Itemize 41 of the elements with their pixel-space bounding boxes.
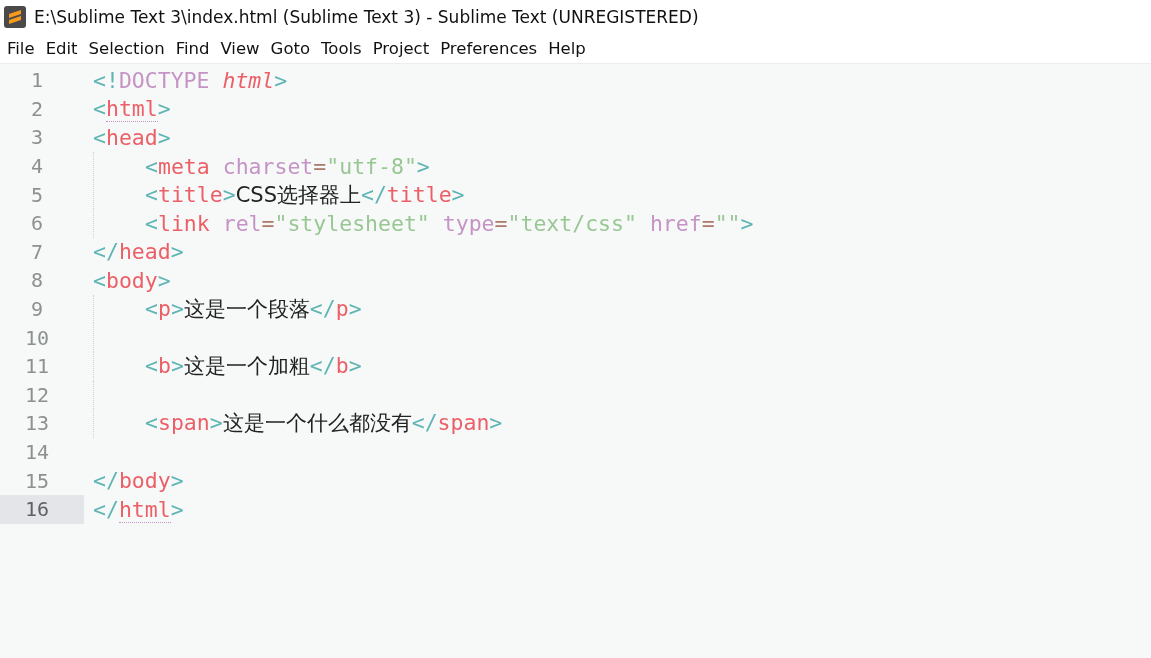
code-line: <link rel="stylesheet" type="text/css" href=""> bbox=[145, 210, 754, 236]
code-line: <meta charset="utf-8"> bbox=[145, 153, 430, 179]
line-number: 6 bbox=[29, 210, 44, 238]
line-number: 13 bbox=[23, 410, 51, 438]
code-line: <b>这是一个加粗</b> bbox=[145, 352, 362, 381]
menu-item[interactable]: View bbox=[220, 39, 260, 58]
code-line: <span>这是一个什么都没有</span> bbox=[145, 409, 503, 438]
line-number: 2 bbox=[29, 95, 44, 123]
line-number: 16 bbox=[0, 494, 84, 524]
line-number: 9 bbox=[29, 296, 44, 324]
line-number: 12 bbox=[23, 381, 51, 409]
code-line: </head> bbox=[93, 239, 184, 265]
menu-item[interactable]: Find bbox=[175, 39, 210, 58]
menu-item[interactable]: Selection bbox=[88, 39, 165, 58]
line-number: 8 bbox=[29, 267, 44, 295]
line-number: 4 bbox=[29, 153, 44, 181]
code-line: <html> bbox=[93, 96, 171, 122]
line-number: 7 bbox=[29, 238, 44, 266]
code-line: <p>这是一个段落</p> bbox=[145, 295, 362, 324]
line-number: 1 bbox=[29, 67, 44, 95]
window-title: E:\Sublime Text 3\index.html (Sublime Text 3) - Sublime Text (UNREGISTERED) bbox=[34, 7, 699, 27]
menu-item[interactable]: File bbox=[7, 39, 35, 58]
menu-item[interactable]: Edit bbox=[45, 39, 78, 58]
menu-item[interactable]: Help bbox=[548, 39, 586, 58]
line-number: 15 bbox=[23, 467, 51, 495]
code-line: </html> bbox=[93, 496, 184, 522]
line-number: 14 bbox=[23, 439, 51, 466]
code-line: <body> bbox=[93, 267, 171, 293]
line-number: 5 bbox=[29, 181, 44, 209]
code-line: <title>CSS选择器上</title> bbox=[145, 180, 465, 209]
line-number: 3 bbox=[29, 124, 44, 152]
line-number: 11 bbox=[23, 353, 51, 381]
menu-item[interactable]: Goto bbox=[270, 39, 311, 58]
menu-item[interactable]: Preferences bbox=[440, 39, 538, 58]
menu-item[interactable]: Tools bbox=[321, 39, 362, 58]
app-logo-icon bbox=[4, 6, 26, 28]
code-line: <!DOCTYPE html> bbox=[93, 67, 288, 93]
line-number: 10 bbox=[23, 324, 51, 352]
code-line: </body> bbox=[93, 468, 184, 494]
code-line: <head> bbox=[93, 125, 171, 150]
menu-item[interactable]: Project bbox=[372, 39, 430, 58]
